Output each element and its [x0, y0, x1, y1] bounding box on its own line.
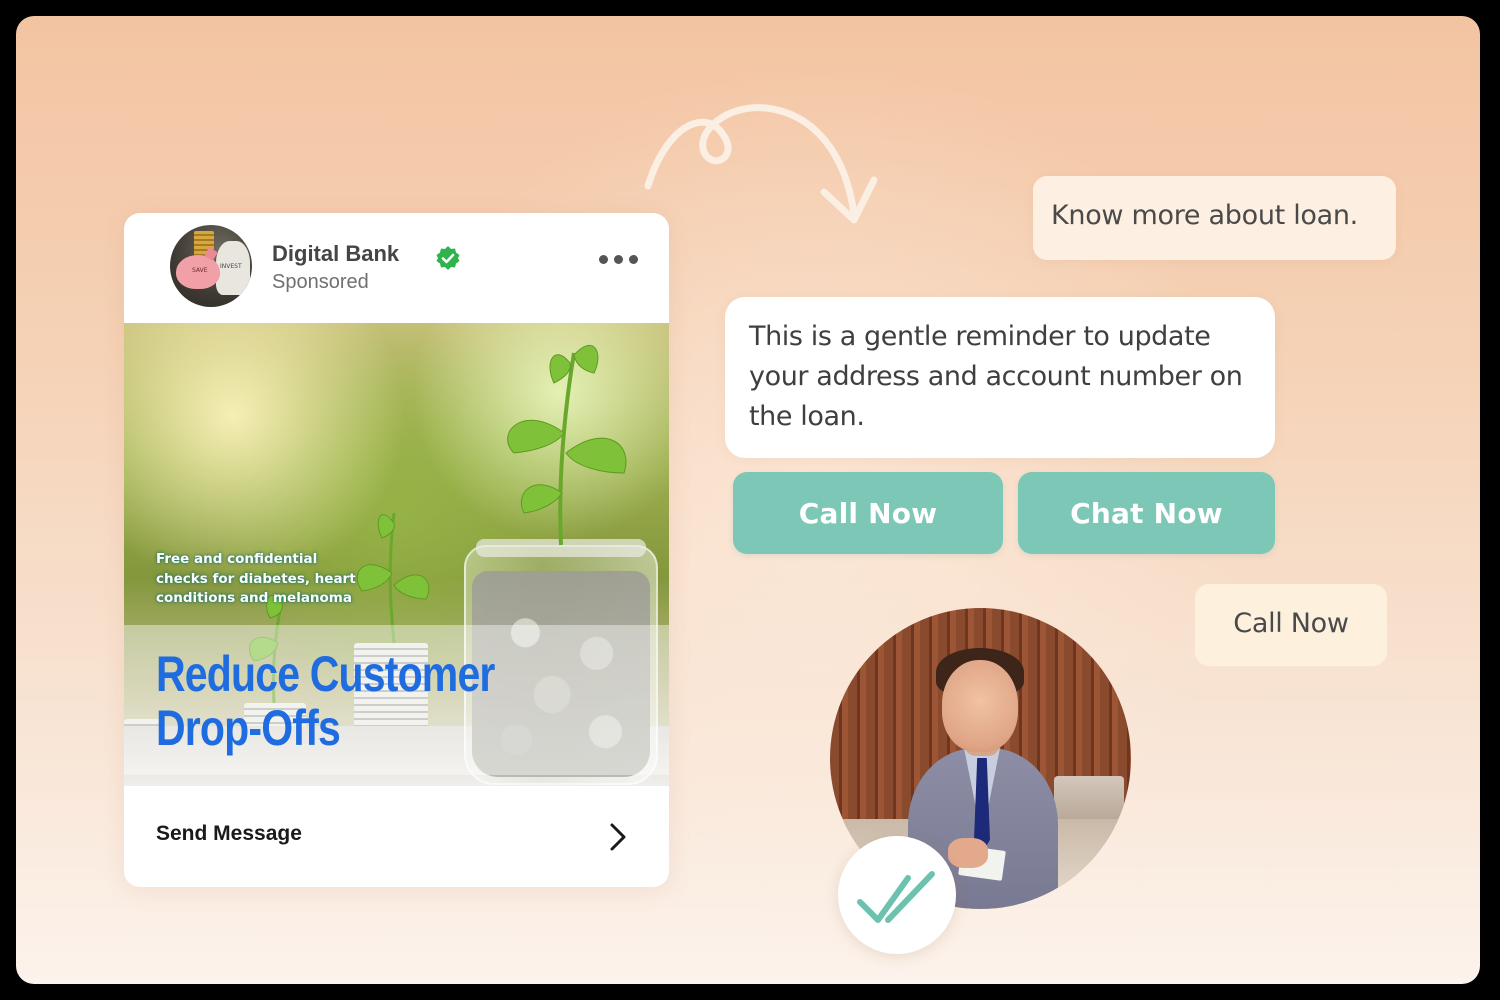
bot-message-bubble: This is a gentle reminder to update your… [725, 297, 1275, 458]
headline-line-1: Reduce Customer [156, 646, 495, 702]
office-equipment [1054, 776, 1124, 822]
user-message-text: Know more about loan. [1051, 200, 1358, 231]
headline-line-2: Drop-Offs [156, 700, 341, 756]
piggy-bank-image: SAVE [176, 247, 220, 289]
more-dots-icon[interactable] [596, 249, 640, 269]
bot-message-text: This is a gentle reminder to update your… [749, 321, 1243, 432]
send-message-button[interactable]: Send Message [156, 822, 302, 846]
ad-headline: Reduce Customer Drop-Offs [156, 647, 500, 755]
money-sack-image: INVEST [216, 241, 250, 295]
read-receipt-badge [838, 836, 956, 954]
call-now-button[interactable]: Call Now [733, 472, 1003, 554]
face [942, 660, 1018, 752]
sponsored-label: Sponsored [272, 271, 369, 293]
brand-name[interactable]: Digital Bank [272, 241, 399, 267]
user-reply-bubble: Call Now [1195, 584, 1387, 666]
user-message-bubble: Know more about loan. [1033, 176, 1396, 260]
send-message-row[interactable]: Send Message [124, 786, 669, 887]
double-check-icon [857, 871, 935, 923]
pig-label: SAVE [192, 267, 208, 274]
chat-now-button[interactable]: Chat Now [1018, 472, 1275, 554]
brand-avatar[interactable]: INVEST SAVE [170, 225, 252, 307]
user-reply-text: Call Now [1233, 608, 1349, 639]
chevron-right-icon[interactable] [606, 822, 630, 852]
ad-creative-image[interactable]: Free and confidential checks for diabete… [124, 323, 669, 786]
verified-check-icon [436, 246, 460, 270]
sponsored-ad-card[interactable]: INVEST SAVE Digital Bank Sponsored Free … [124, 213, 669, 887]
sack-label: INVEST [220, 263, 242, 270]
ad-small-text: Free and confidential checks for diabete… [156, 551, 356, 606]
